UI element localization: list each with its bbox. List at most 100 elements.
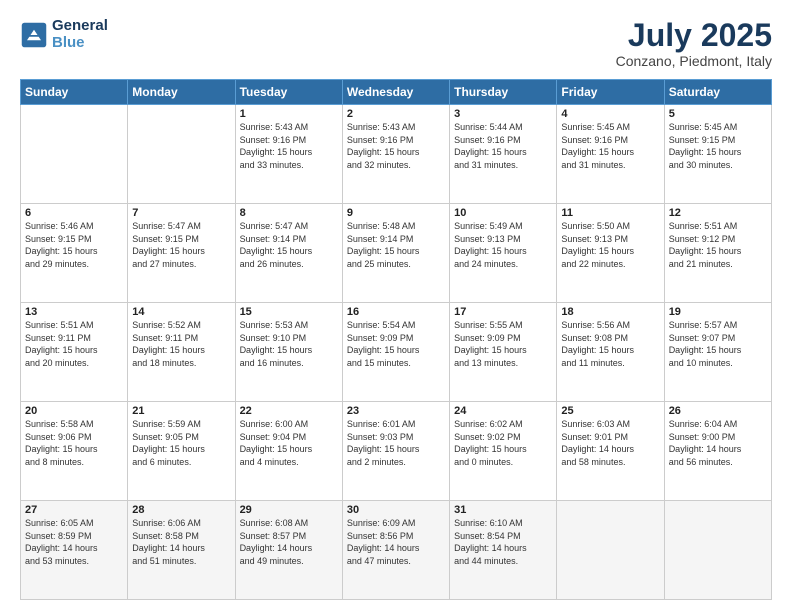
- header-row: SundayMondayTuesdayWednesdayThursdayFrid…: [21, 80, 772, 105]
- day-number: 30: [347, 504, 445, 516]
- calendar-cell: 7Sunrise: 5:47 AM Sunset: 9:15 PM Daylig…: [128, 204, 235, 303]
- calendar-cell: 9Sunrise: 5:48 AM Sunset: 9:14 PM Daylig…: [342, 204, 449, 303]
- day-info: Sunrise: 5:44 AM Sunset: 9:16 PM Dayligh…: [454, 121, 552, 171]
- day-info: Sunrise: 6:08 AM Sunset: 8:57 PM Dayligh…: [240, 517, 338, 567]
- calendar-cell: 27Sunrise: 6:05 AM Sunset: 8:59 PM Dayli…: [21, 501, 128, 600]
- day-info: Sunrise: 5:47 AM Sunset: 9:14 PM Dayligh…: [240, 220, 338, 270]
- day-info: Sunrise: 6:00 AM Sunset: 9:04 PM Dayligh…: [240, 418, 338, 468]
- col-header-sunday: Sunday: [21, 80, 128, 105]
- calendar-header: SundayMondayTuesdayWednesdayThursdayFrid…: [21, 80, 772, 105]
- day-info: Sunrise: 5:46 AM Sunset: 9:15 PM Dayligh…: [25, 220, 123, 270]
- day-info: Sunrise: 6:02 AM Sunset: 9:02 PM Dayligh…: [454, 418, 552, 468]
- day-info: Sunrise: 5:54 AM Sunset: 9:09 PM Dayligh…: [347, 319, 445, 369]
- day-number: 8: [240, 207, 338, 219]
- calendar-cell: 2Sunrise: 5:43 AM Sunset: 9:16 PM Daylig…: [342, 105, 449, 204]
- day-info: Sunrise: 5:43 AM Sunset: 9:16 PM Dayligh…: [347, 121, 445, 171]
- calendar-cell: 20Sunrise: 5:58 AM Sunset: 9:06 PM Dayli…: [21, 402, 128, 501]
- day-number: 24: [454, 405, 552, 417]
- day-number: 7: [132, 207, 230, 219]
- day-number: 19: [669, 306, 767, 318]
- col-header-thursday: Thursday: [450, 80, 557, 105]
- calendar-cell: 5Sunrise: 5:45 AM Sunset: 9:15 PM Daylig…: [664, 105, 771, 204]
- day-number: 21: [132, 405, 230, 417]
- page: General Blue July 2025 Conzano, Piedmont…: [0, 0, 792, 612]
- day-number: 5: [669, 108, 767, 120]
- day-info: Sunrise: 6:03 AM Sunset: 9:01 PM Dayligh…: [561, 418, 659, 468]
- calendar-cell: 24Sunrise: 6:02 AM Sunset: 9:02 PM Dayli…: [450, 402, 557, 501]
- calendar-table: SundayMondayTuesdayWednesdayThursdayFrid…: [20, 79, 772, 600]
- calendar-body: 1 Sunrise: 5:43 AM Sunset: 9:16 PM Daylig…: [21, 105, 772, 600]
- logo-text: General Blue: [52, 18, 108, 51]
- calendar-cell: 16Sunrise: 5:54 AM Sunset: 9:09 PM Dayli…: [342, 303, 449, 402]
- calendar-cell: 1Sunrise: 5:43 AM Sunset: 9:16 PM Daylig…: [235, 105, 342, 204]
- day-info: Sunrise: 5:52 AM Sunset: 9:11 PM Dayligh…: [132, 319, 230, 369]
- day-info: Sunrise: 5:51 AM Sunset: 9:12 PM Dayligh…: [669, 220, 767, 270]
- calendar-cell: 17Sunrise: 5:55 AM Sunset: 9:09 PM Dayli…: [450, 303, 557, 402]
- day-number: 2: [347, 108, 445, 120]
- calendar-cell: [21, 105, 128, 204]
- week-row-1: 1 Sunrise: 5:43 AM Sunset: 9:16 PM Daylig…: [21, 105, 772, 204]
- week-row-4: 20Sunrise: 5:58 AM Sunset: 9:06 PM Dayli…: [21, 402, 772, 501]
- day-number: 17: [454, 306, 552, 318]
- calendar-cell: 22Sunrise: 6:00 AM Sunset: 9:04 PM Dayli…: [235, 402, 342, 501]
- col-header-saturday: Saturday: [664, 80, 771, 105]
- day-info: Sunrise: 5:48 AM Sunset: 9:14 PM Dayligh…: [347, 220, 445, 270]
- calendar-cell: [664, 501, 771, 600]
- day-number: 18: [561, 306, 659, 318]
- calendar-cell: 11Sunrise: 5:50 AM Sunset: 9:13 PM Dayli…: [557, 204, 664, 303]
- day-info: Sunrise: 6:05 AM Sunset: 8:59 PM Dayligh…: [25, 517, 123, 567]
- calendar-cell: 19Sunrise: 5:57 AM Sunset: 9:07 PM Dayli…: [664, 303, 771, 402]
- calendar-cell: 14Sunrise: 5:52 AM Sunset: 9:11 PM Dayli…: [128, 303, 235, 402]
- day-info: Sunrise: 6:01 AM Sunset: 9:03 PM Dayligh…: [347, 418, 445, 468]
- subtitle: Conzano, Piedmont, Italy: [616, 53, 772, 69]
- day-number: 1: [240, 108, 338, 120]
- day-info: Sunrise: 6:04 AM Sunset: 9:00 PM Dayligh…: [669, 418, 767, 468]
- day-number: 23: [347, 405, 445, 417]
- main-title: July 2025: [616, 18, 772, 53]
- day-number: 15: [240, 306, 338, 318]
- day-info: Sunrise: 6:06 AM Sunset: 8:58 PM Dayligh…: [132, 517, 230, 567]
- day-info: Sunrise: 5:56 AM Sunset: 9:08 PM Dayligh…: [561, 319, 659, 369]
- logo: General Blue: [20, 18, 108, 51]
- day-info: Sunrise: 5:47 AM Sunset: 9:15 PM Dayligh…: [132, 220, 230, 270]
- day-number: 6: [25, 207, 123, 219]
- day-number: 4: [561, 108, 659, 120]
- header: General Blue July 2025 Conzano, Piedmont…: [20, 18, 772, 69]
- calendar-cell: 25Sunrise: 6:03 AM Sunset: 9:01 PM Dayli…: [557, 402, 664, 501]
- day-info: Sunrise: 6:10 AM Sunset: 8:54 PM Dayligh…: [454, 517, 552, 567]
- calendar-cell: [557, 501, 664, 600]
- calendar-cell: 23Sunrise: 6:01 AM Sunset: 9:03 PM Dayli…: [342, 402, 449, 501]
- day-number: 31: [454, 504, 552, 516]
- day-info: Sunrise: 5:58 AM Sunset: 9:06 PM Dayligh…: [25, 418, 123, 468]
- day-number: 3: [454, 108, 552, 120]
- col-header-wednesday: Wednesday: [342, 80, 449, 105]
- calendar-cell: 29Sunrise: 6:08 AM Sunset: 8:57 PM Dayli…: [235, 501, 342, 600]
- logo-line1: General: [52, 18, 108, 35]
- day-number: 9: [347, 207, 445, 219]
- day-info: Sunrise: 5:49 AM Sunset: 9:13 PM Dayligh…: [454, 220, 552, 270]
- day-number: 12: [669, 207, 767, 219]
- day-number: 11: [561, 207, 659, 219]
- calendar-cell: 26Sunrise: 6:04 AM Sunset: 9:00 PM Dayli…: [664, 402, 771, 501]
- calendar-cell: 15Sunrise: 5:53 AM Sunset: 9:10 PM Dayli…: [235, 303, 342, 402]
- day-info: Sunrise: 5:57 AM Sunset: 9:07 PM Dayligh…: [669, 319, 767, 369]
- calendar-cell: 13Sunrise: 5:51 AM Sunset: 9:11 PM Dayli…: [21, 303, 128, 402]
- calendar-cell: 6Sunrise: 5:46 AM Sunset: 9:15 PM Daylig…: [21, 204, 128, 303]
- calendar-cell: 21Sunrise: 5:59 AM Sunset: 9:05 PM Dayli…: [128, 402, 235, 501]
- day-info: Sunrise: 5:50 AM Sunset: 9:13 PM Dayligh…: [561, 220, 659, 270]
- calendar-cell: 31Sunrise: 6:10 AM Sunset: 8:54 PM Dayli…: [450, 501, 557, 600]
- day-info: Sunrise: 6:09 AM Sunset: 8:56 PM Dayligh…: [347, 517, 445, 567]
- calendar-cell: 12Sunrise: 5:51 AM Sunset: 9:12 PM Dayli…: [664, 204, 771, 303]
- calendar-cell: 8Sunrise: 5:47 AM Sunset: 9:14 PM Daylig…: [235, 204, 342, 303]
- calendar-cell: 28Sunrise: 6:06 AM Sunset: 8:58 PM Dayli…: [128, 501, 235, 600]
- day-number: 27: [25, 504, 123, 516]
- week-row-3: 13Sunrise: 5:51 AM Sunset: 9:11 PM Dayli…: [21, 303, 772, 402]
- calendar-cell: 3Sunrise: 5:44 AM Sunset: 9:16 PM Daylig…: [450, 105, 557, 204]
- day-number: 16: [347, 306, 445, 318]
- calendar-cell: 10Sunrise: 5:49 AM Sunset: 9:13 PM Dayli…: [450, 204, 557, 303]
- col-header-monday: Monday: [128, 80, 235, 105]
- col-header-tuesday: Tuesday: [235, 80, 342, 105]
- week-row-2: 6Sunrise: 5:46 AM Sunset: 9:15 PM Daylig…: [21, 204, 772, 303]
- day-info: Sunrise: 5:59 AM Sunset: 9:05 PM Dayligh…: [132, 418, 230, 468]
- day-number: 10: [454, 207, 552, 219]
